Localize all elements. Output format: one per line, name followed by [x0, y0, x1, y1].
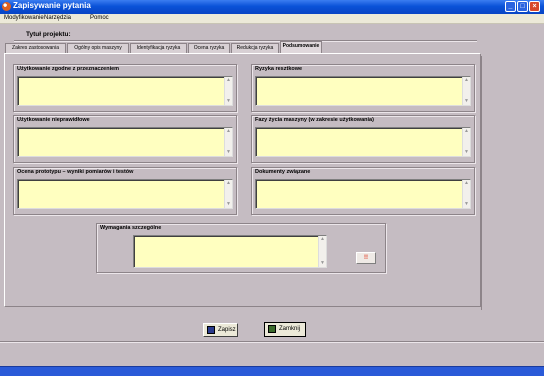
scroll-up-icon[interactable]: ▲	[225, 77, 232, 84]
scroll-up-icon[interactable]: ▲	[463, 128, 470, 135]
tab-ocena[interactable]: Ocena ryzyka	[188, 43, 230, 53]
tab-opis-maszyny[interactable]: Ogólny opis maszyny	[67, 43, 129, 53]
group-intended-use: Użytkowanie zgodne z przeznaczeniem ▲ ▼	[13, 64, 237, 112]
tab-zakres[interactable]: Zakres zastosowania	[5, 43, 66, 53]
requirements-action-button[interactable]: !!	[356, 252, 376, 264]
maximize-button[interactable]: □	[517, 1, 528, 12]
tab-redukcja[interactable]: Redukcja ryzyka	[231, 43, 279, 53]
intended-use-label: Użytkowanie zgodne z przeznaczeniem	[17, 66, 120, 72]
close-button[interactable]: Zamknij	[264, 322, 306, 337]
scrollbar[interactable]: ▲ ▼	[224, 77, 232, 105]
prototype-eval-field[interactable]: ▲ ▼	[17, 179, 233, 209]
group-requirements: Wymagania szczególne ▲ ▼	[96, 223, 386, 273]
tab-identyfikacja[interactable]: Identyfikacja ryzyka	[130, 43, 187, 53]
lifecycle-label: Fazy życia maszyny (w zakresie użytkowan…	[255, 117, 374, 123]
scroll-down-icon[interactable]: ▼	[463, 201, 470, 208]
scroll-down-icon[interactable]: ▼	[319, 260, 326, 267]
prototype-eval-label: Ocena prototypu – wyniki pomiarów i test…	[17, 169, 134, 175]
requirements-field[interactable]: ▲ ▼	[133, 235, 327, 268]
scrollbar[interactable]: ▲ ▼	[224, 128, 232, 156]
project-title-label: Tytuł projektu:	[26, 31, 71, 38]
misuse-field[interactable]: ▲ ▼	[17, 127, 233, 157]
intended-use-field[interactable]: ▲ ▼	[17, 76, 233, 106]
save-button[interactable]: Zapisz	[203, 323, 238, 337]
tab-podsumowanie[interactable]: Podsumowanie	[280, 41, 322, 53]
scrollbar[interactable]: ▲ ▼	[462, 180, 470, 208]
save-button-label: Zapisz	[218, 327, 236, 333]
scroll-down-icon[interactable]: ▼	[225, 149, 232, 156]
app-icon	[2, 2, 11, 11]
taskbar-strip	[0, 366, 544, 376]
menu-item-pomoc[interactable]: Pomoc	[90, 15, 109, 21]
scroll-up-icon[interactable]: ▲	[463, 77, 470, 84]
exit-door-icon	[268, 325, 276, 333]
group-documents: Dokumenty związane ▲ ▼	[251, 167, 475, 215]
header-divider-highlight	[14, 41, 477, 42]
scrollbar[interactable]: ▲ ▼	[224, 180, 232, 208]
scroll-down-icon[interactable]: ▼	[225, 201, 232, 208]
misuse-label: Użytkowanie nieprawidłowe	[17, 117, 90, 123]
disk-icon	[207, 326, 215, 334]
close-window-button[interactable]: ×	[529, 1, 540, 12]
scroll-up-icon[interactable]: ▲	[225, 180, 232, 187]
group-prototype-eval: Ocena prototypu – wyniki pomiarów i test…	[13, 167, 237, 215]
minimize-button[interactable]: _	[505, 1, 516, 12]
documents-field[interactable]: ▲ ▼	[255, 179, 471, 209]
scrollbar[interactable]: ▲ ▼	[462, 77, 470, 105]
scroll-up-icon[interactable]: ▲	[463, 180, 470, 187]
title-bar: Zapisywanie pytania _ □ ×	[0, 0, 544, 14]
bottom-divider-highlight	[0, 342, 544, 343]
group-residual-risks: Ryzyka resztkowe ▲ ▼	[251, 64, 475, 112]
menu-item-narzedzia[interactable]: Narzędzia	[44, 15, 71, 21]
menu-bar: Modyfikowanie Narzędzia Pomoc	[0, 14, 544, 24]
group-misuse: Użytkowanie nieprawidłowe ▲ ▼	[13, 115, 237, 163]
menu-item-modyfikowanie[interactable]: Modyfikowanie	[4, 15, 44, 21]
side-panel	[481, 56, 538, 310]
scroll-down-icon[interactable]: ▼	[463, 98, 470, 105]
close-button-label: Zamknij	[279, 326, 301, 332]
main-panel: Tytuł projektu: Zakres zastosowania Ogól…	[0, 24, 544, 366]
scroll-up-icon[interactable]: ▲	[319, 236, 326, 243]
documents-label: Dokumenty związane	[255, 169, 311, 175]
residual-risks-label: Ryzyka resztkowe	[255, 66, 303, 72]
lifecycle-field[interactable]: ▲ ▼	[255, 127, 471, 157]
scrollbar[interactable]: ▲ ▼	[462, 128, 470, 156]
scroll-up-icon[interactable]: ▲	[225, 128, 232, 135]
requirements-label: Wymagania szczególne	[100, 225, 162, 231]
scroll-down-icon[interactable]: ▼	[463, 149, 470, 156]
group-lifecycle: Fazy życia maszyny (w zakresie użytkowan…	[251, 115, 475, 163]
window-title: Zapisywanie pytania	[13, 1, 91, 10]
residual-risks-field[interactable]: ▲ ▼	[255, 76, 471, 106]
scrollbar[interactable]: ▲ ▼	[318, 236, 326, 267]
scroll-down-icon[interactable]: ▼	[225, 98, 232, 105]
